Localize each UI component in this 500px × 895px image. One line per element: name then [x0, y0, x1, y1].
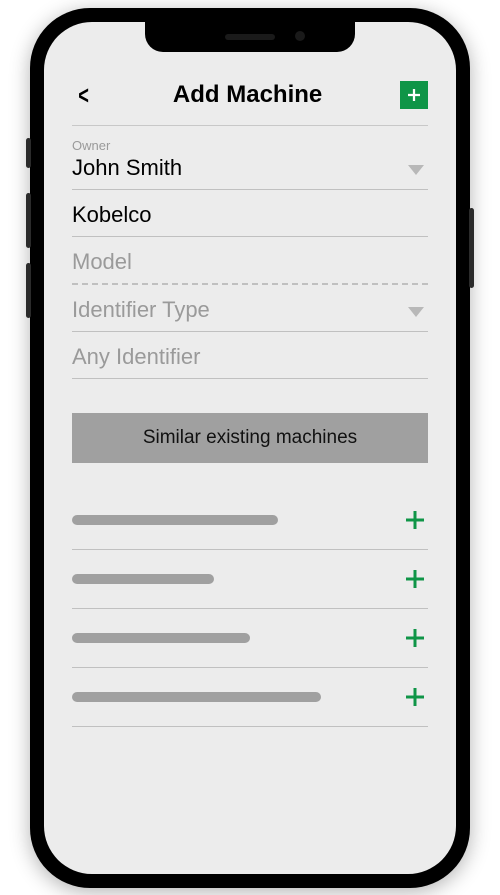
mute-switch — [26, 138, 31, 168]
notch — [145, 22, 355, 52]
list-item — [72, 609, 428, 668]
placeholder-bar — [72, 633, 250, 643]
plus-icon — [405, 86, 423, 104]
add-button[interactable] — [400, 81, 428, 109]
add-item-button[interactable] — [402, 625, 428, 651]
power-button — [469, 208, 474, 288]
identifier-type-placeholder: Identifier Type — [72, 297, 428, 323]
brand-value: Kobelco — [72, 202, 428, 228]
chevron-down-icon — [408, 307, 424, 317]
list-item — [72, 668, 428, 727]
list-item — [72, 550, 428, 609]
back-button[interactable]: < — [75, 80, 91, 111]
similar-list — [72, 491, 428, 727]
header: < Add Machine — [72, 70, 428, 126]
plus-icon — [403, 685, 427, 709]
plus-icon — [403, 567, 427, 591]
model-field[interactable]: Model — [72, 237, 428, 285]
add-item-button[interactable] — [402, 566, 428, 592]
plus-icon — [403, 626, 427, 650]
chevron-down-icon — [408, 165, 424, 175]
model-placeholder: Model — [72, 249, 428, 275]
brand-field[interactable]: Kobelco — [72, 190, 428, 237]
owner-field[interactable]: Owner John Smith — [72, 126, 428, 190]
any-identifier-placeholder: Any Identifier — [72, 344, 428, 370]
page-title: Add Machine — [173, 81, 322, 109]
phone-frame: < Add Machine Owner John Smith Kobelco M… — [30, 8, 470, 888]
placeholder-bar — [72, 574, 214, 584]
owner-value: John Smith — [72, 155, 428, 181]
plus-icon — [403, 508, 427, 532]
screen: < Add Machine Owner John Smith Kobelco M… — [44, 22, 456, 874]
any-identifier-field[interactable]: Any Identifier — [72, 332, 428, 379]
similar-machines-header: Similar existing machines — [72, 413, 428, 463]
app-content: < Add Machine Owner John Smith Kobelco M… — [44, 22, 456, 874]
identifier-type-field[interactable]: Identifier Type — [72, 285, 428, 332]
add-item-button[interactable] — [402, 507, 428, 533]
placeholder-bar — [72, 692, 321, 702]
placeholder-bar — [72, 515, 278, 525]
owner-label: Owner — [72, 138, 428, 153]
volume-down — [26, 263, 31, 318]
volume-up — [26, 193, 31, 248]
list-item — [72, 491, 428, 550]
add-item-button[interactable] — [402, 684, 428, 710]
